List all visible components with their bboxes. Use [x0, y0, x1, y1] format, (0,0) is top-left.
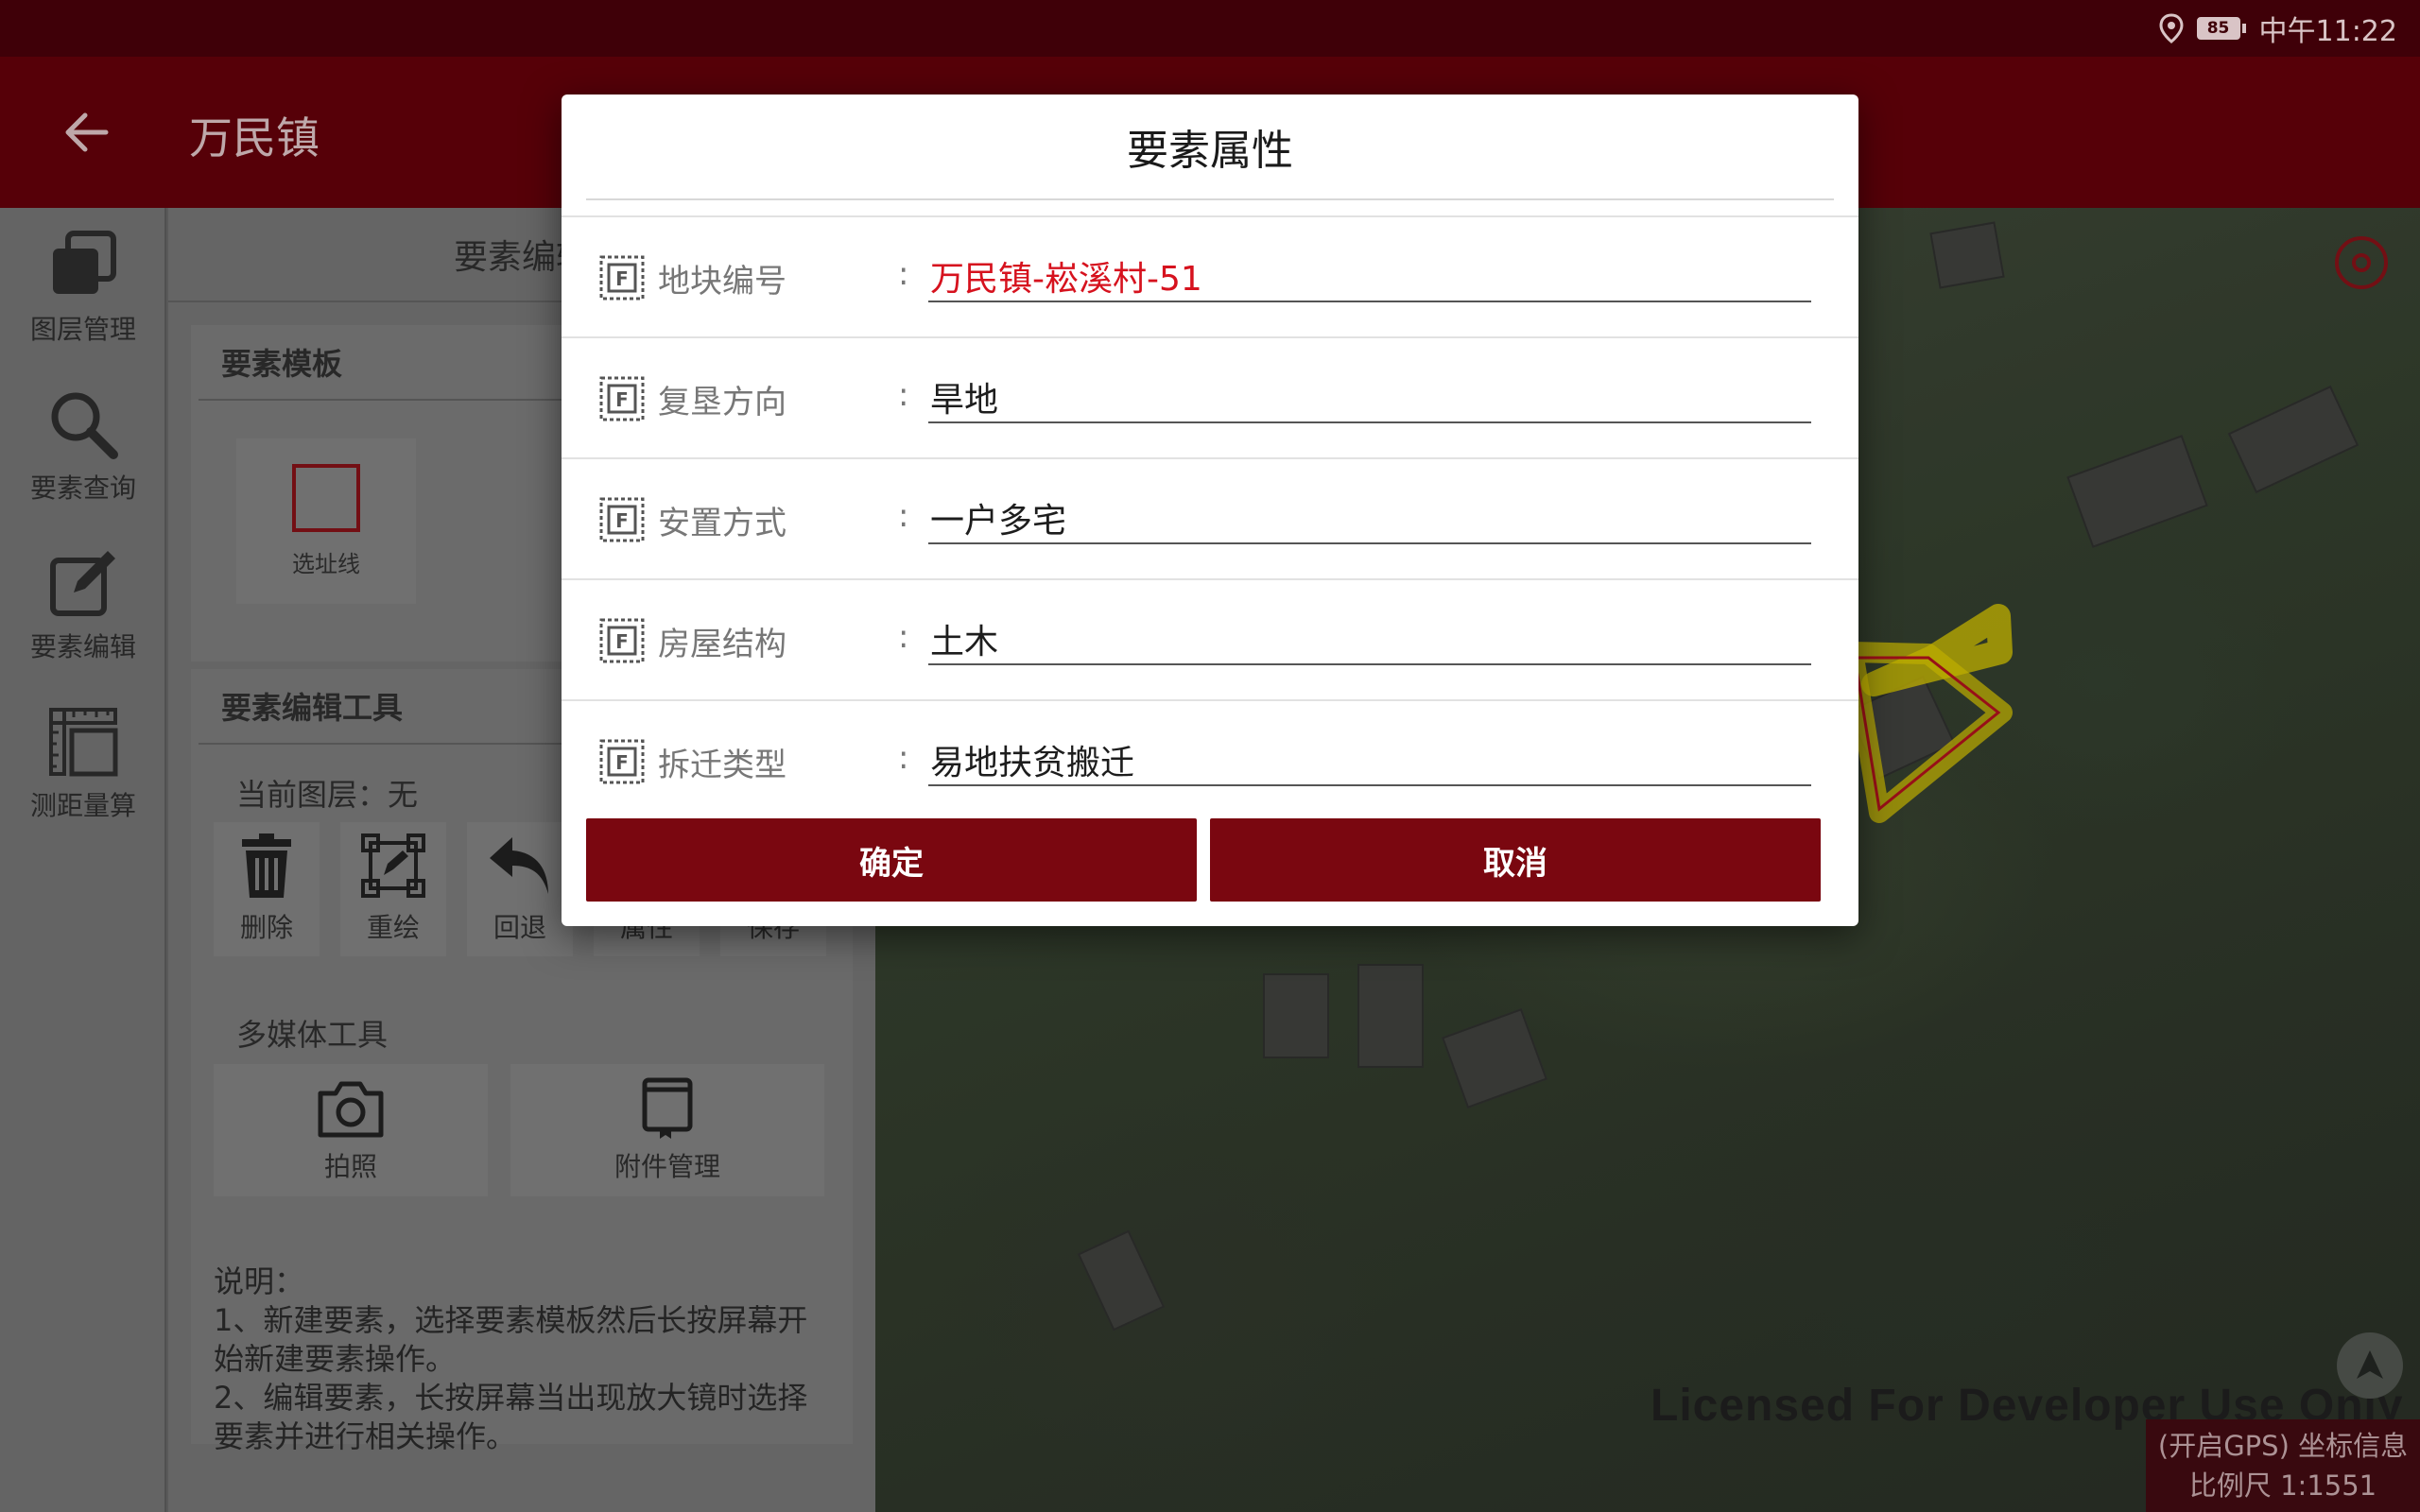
field-label: 拆迁类型	[658, 747, 786, 784]
svg-text:F: F	[615, 509, 629, 532]
field-separator: :	[898, 618, 909, 656]
field-separator: :	[898, 255, 909, 293]
field-separator: :	[898, 376, 909, 414]
battery-icon: 85	[2196, 17, 2246, 40]
field-row-parcel-id: F 地块编号 : 万民镇-崧溪村-51	[562, 215, 1858, 336]
field-type-icon: F	[599, 497, 645, 542]
field-type-icon: F	[599, 618, 645, 663]
reclamation-direction-field[interactable]: 旱地	[928, 367, 1811, 423]
field-row-resettlement: F 安置方式 : 一户多宅	[562, 457, 1858, 578]
status-bar: 85 中午11:22	[0, 0, 2420, 57]
battery-level: 85	[2196, 17, 2240, 40]
svg-text:F: F	[615, 388, 629, 411]
field-row-structure: F 房屋结构 : 土木	[562, 578, 1858, 699]
status-icons: 85 中午11:22	[2159, 0, 2397, 57]
field-label: 房屋结构	[658, 626, 786, 663]
dialog-title: 要素属性	[586, 94, 1834, 200]
field-type-icon: F	[599, 255, 645, 301]
feature-attributes-dialog: 要素属性 F 地块编号 : 万民镇-崧溪村-51 F 复垦方向 : 旱地 F 安…	[562, 94, 1858, 926]
cancel-button[interactable]: 取消	[1210, 818, 1821, 902]
field-row-relocation: F 拆迁类型 : 易地扶贫搬迁	[562, 699, 1858, 820]
svg-text:F: F	[615, 751, 629, 774]
clock: 中午11:22	[2258, 15, 2397, 48]
field-label: 地块编号	[658, 263, 786, 301]
relocation-type-field[interactable]: 易地扶贫搬迁	[928, 730, 1811, 786]
house-structure-field[interactable]: 土木	[928, 609, 1811, 665]
parcel-id-field[interactable]: 万民镇-崧溪村-51	[928, 246, 1811, 302]
field-label: 复垦方向	[658, 384, 786, 421]
field-separator: :	[898, 497, 909, 535]
field-type-icon: F	[599, 739, 645, 784]
location-icon	[2159, 13, 2184, 43]
field-type-icon: F	[599, 376, 645, 421]
confirm-button[interactable]: 确定	[586, 818, 1197, 902]
field-label: 安置方式	[658, 505, 786, 542]
svg-text:F: F	[615, 630, 629, 653]
field-separator: :	[898, 739, 909, 777]
field-row-reclamation: F 复垦方向 : 旱地	[562, 336, 1858, 457]
resettlement-method-field[interactable]: 一户多宅	[928, 488, 1811, 544]
svg-text:F: F	[615, 267, 629, 290]
